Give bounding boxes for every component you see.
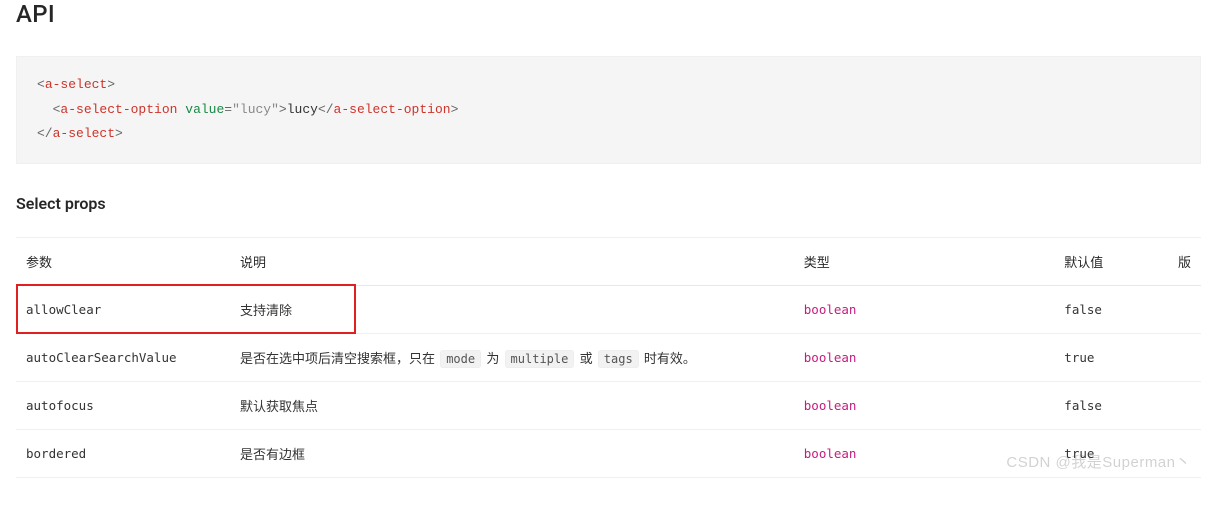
param-desc: 支持清除 (240, 304, 292, 319)
param-default: true (1064, 350, 1094, 365)
param-name: allowClear (26, 302, 101, 317)
param-desc: 默认获取焦点 (240, 400, 318, 415)
table-row: autoClearSearchValue 是否在选中项后清空搜索框，只在 mod… (16, 334, 1201, 382)
table-row: allowClear 支持清除 boolean false (16, 286, 1201, 334)
props-table: 参数 说明 类型 默认值 版 allowClear 支持清除 boolean f… (16, 237, 1201, 478)
param-type: boolean (804, 302, 857, 317)
param-name: autofocus (26, 398, 94, 413)
param-name: autoClearSearchValue (26, 350, 177, 365)
table-row: autofocus 默认获取焦点 boolean false (16, 382, 1201, 430)
param-default: true (1064, 446, 1094, 461)
col-header-version: 版 (1168, 238, 1201, 286)
param-desc: 是否在选中项后清空搜索框，只在 mode 为 multiple 或 tags 时… (230, 334, 794, 382)
code-line-3: </a-select> (37, 122, 1180, 147)
param-type: boolean (804, 350, 857, 365)
param-type: boolean (804, 446, 857, 461)
inline-code: tags (598, 350, 639, 368)
param-default: false (1064, 302, 1102, 317)
inline-code: multiple (505, 350, 575, 368)
col-header-param: 参数 (16, 238, 230, 286)
table-header-row: 参数 说明 类型 默认值 版 (16, 238, 1201, 286)
code-line-1: <a-select> (37, 73, 1180, 98)
col-header-default: 默认值 (1054, 238, 1168, 286)
section-title: Select props (16, 194, 1201, 213)
param-name: bordered (26, 446, 86, 461)
page-title: API (16, 0, 1201, 28)
inline-code: mode (440, 350, 481, 368)
col-header-type: 类型 (794, 238, 1055, 286)
col-header-desc: 说明 (230, 238, 794, 286)
code-example-block: <a-select> <a-select-option value="lucy"… (16, 56, 1201, 164)
param-desc: 是否有边框 (240, 448, 305, 463)
param-default: false (1064, 398, 1102, 413)
param-type: boolean (804, 398, 857, 413)
table-row: bordered 是否有边框 boolean true (16, 430, 1201, 478)
props-table-wrap: 参数 说明 类型 默认值 版 allowClear 支持清除 boolean f… (16, 237, 1201, 478)
code-line-2: <a-select-option value="lucy">lucy</a-se… (37, 98, 1180, 123)
